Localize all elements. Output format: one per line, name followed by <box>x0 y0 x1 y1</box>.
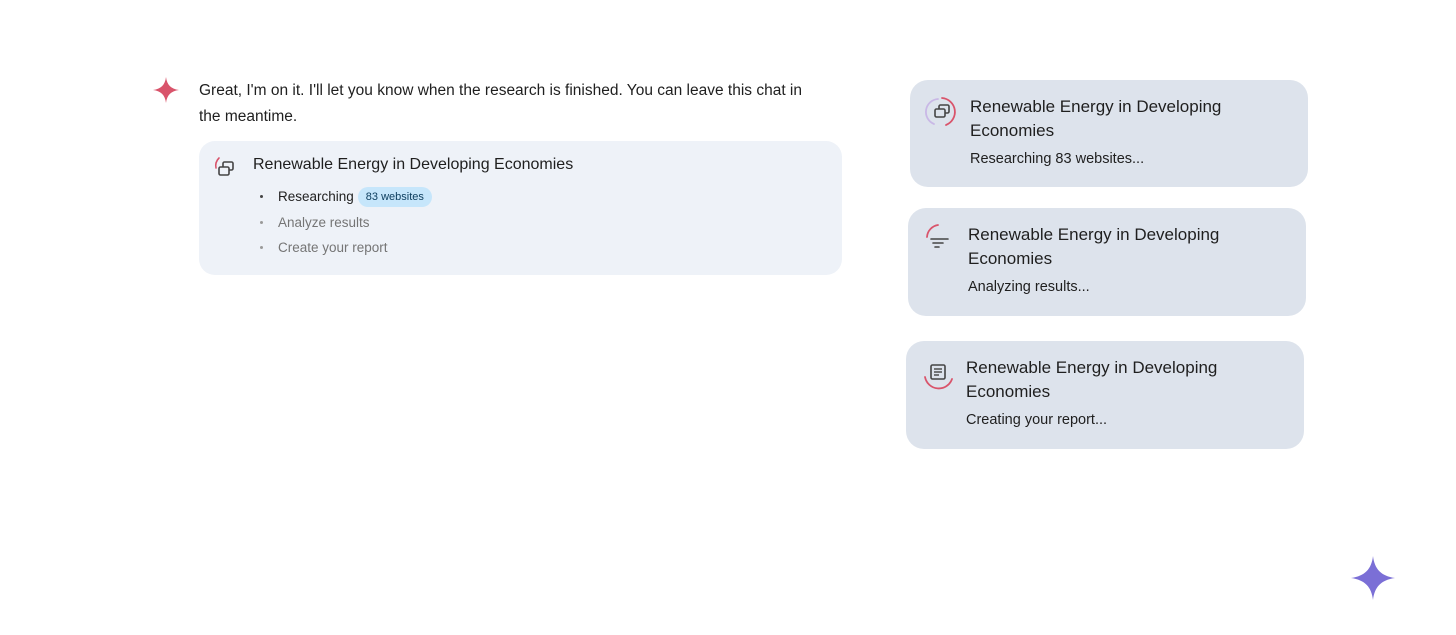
research-plan-card[interactable]: Renewable Energy in Developing Economies… <box>199 141 842 275</box>
analyze-lines-icon <box>926 224 949 248</box>
status-title: Renewable Energy in Developing Economies <box>966 358 1218 401</box>
status-text: Creating your report... <box>966 412 1108 428</box>
step-researching: Researching 83 websites <box>259 187 432 213</box>
status-text: Analyzing results... <box>968 279 1090 295</box>
browse-windows-icon <box>925 97 956 126</box>
status-title: Renewable Energy in Developing Economies <box>968 225 1220 268</box>
document-icon <box>924 364 953 390</box>
status-text: Researching 83 websites... <box>970 151 1145 167</box>
websites-count-badge[interactable]: 83 websites <box>357 187 432 207</box>
step-label: Researching <box>278 189 354 204</box>
status-card-creating-report[interactable]: Renewable Energy in Developing Economies… <box>906 341 1304 449</box>
step-analyze: Analyze results <box>259 213 432 239</box>
status-title: Renewable Energy in Developing Economies <box>970 97 1222 140</box>
status-card-analyzing[interactable]: Renewable Energy in Developing Economies… <box>908 208 1306 316</box>
gemini-spark-icon <box>1351 556 1395 600</box>
research-title: Renewable Energy in Developing Economies <box>253 156 574 173</box>
status-card-researching[interactable]: Renewable Energy in Developing Economies… <box>910 80 1308 187</box>
gemini-spark-icon <box>153 77 179 103</box>
step-create-report: Create your report <box>259 238 432 264</box>
research-steps-list: Researching 83 websites Analyze results C… <box>259 187 432 264</box>
assistant-message: Great, I'm on it. I'll let you know when… <box>199 82 802 125</box>
research-progress-icon <box>214 157 234 176</box>
